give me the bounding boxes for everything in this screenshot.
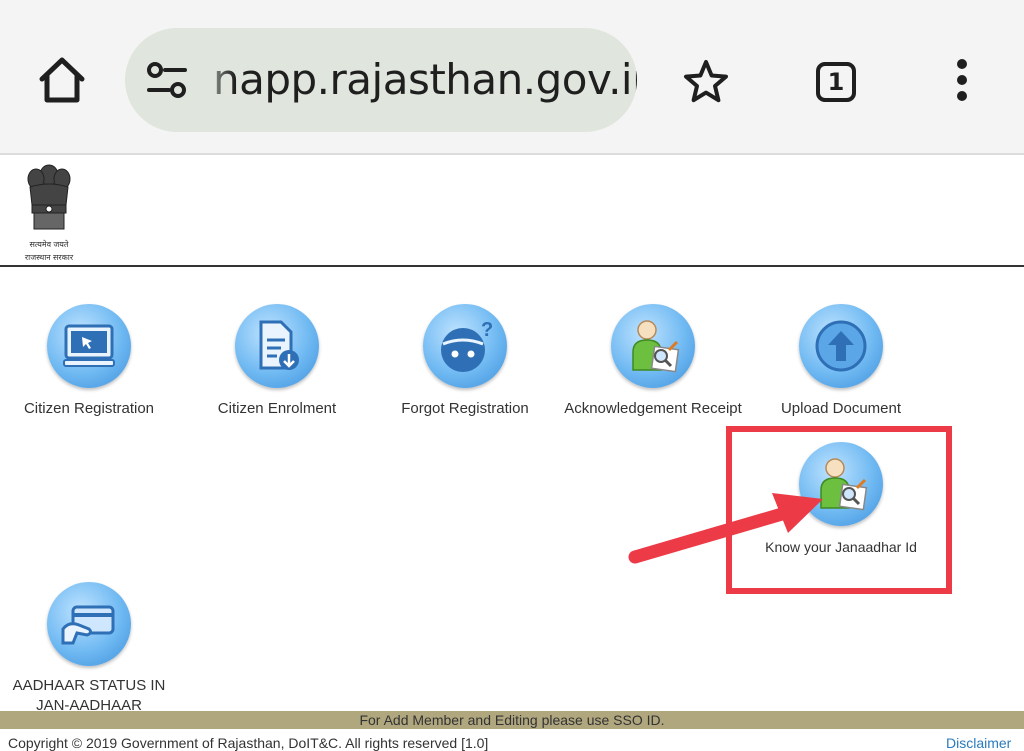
disclaimer-link[interactable]: Disclaimer	[946, 735, 1011, 751]
footer-copyright: Copyright © 2019 Government of Rajasthan…	[8, 735, 489, 751]
footer-notice-bar: For Add Member and Editing please use SS…	[0, 711, 1024, 729]
red-arrow-icon	[628, 493, 823, 564]
footer-notice: For Add Member and Editing please use SS…	[359, 712, 665, 728]
